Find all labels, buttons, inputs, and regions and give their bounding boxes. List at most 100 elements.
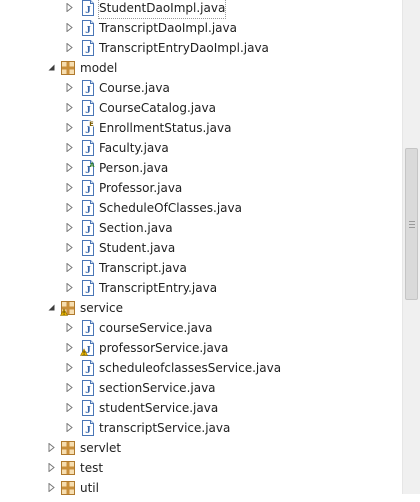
collapsed-triangle-icon[interactable]: [64, 98, 76, 118]
java-file-icon: J: [80, 180, 96, 196]
tree-item-label: Student.java: [99, 241, 176, 255]
tree-item-label: servlet: [80, 441, 122, 455]
vertical-scrollbar[interactable]: [402, 0, 420, 494]
collapsed-triangle-icon[interactable]: [64, 278, 76, 298]
svg-text:E: E: [89, 120, 93, 128]
java-file-icon: J: [80, 320, 96, 336]
tree-item-label: Course.java: [99, 81, 170, 95]
svg-text:J: J: [85, 4, 91, 16]
tree-item[interactable]: JscheduleofclassesService.java: [0, 358, 402, 378]
expanded-triangle-icon[interactable]: [46, 58, 58, 78]
svg-text:J: J: [85, 244, 91, 256]
collapsed-triangle-icon[interactable]: [64, 318, 76, 338]
tree-item-label: EnrollmentStatus.java: [99, 121, 232, 135]
svg-text:J: J: [85, 224, 91, 236]
tree-item[interactable]: J A Person.java: [0, 158, 402, 178]
java-file-icon: J: [80, 400, 96, 416]
collapsed-triangle-icon[interactable]: [64, 418, 76, 438]
tree-item[interactable]: J Section.java: [0, 218, 402, 238]
tree-item[interactable]: service: [0, 298, 402, 318]
tree-item[interactable]: servlet: [0, 438, 402, 458]
svg-text:A: A: [89, 161, 94, 169]
svg-text:J: J: [85, 184, 91, 196]
tree-item[interactable]: JstudentService.java: [0, 398, 402, 418]
java-file-warning-icon: J: [79, 340, 96, 356]
collapsed-triangle-icon[interactable]: [64, 18, 76, 38]
java-file-icon: J: [80, 100, 96, 116]
svg-text:J: J: [85, 24, 91, 36]
collapsed-triangle-icon[interactable]: [64, 158, 76, 178]
tree-item[interactable]: J Faculty.java: [0, 138, 402, 158]
tree-item-label: Section.java: [99, 221, 173, 235]
svg-text:J: J: [85, 204, 91, 216]
collapsed-triangle-icon[interactable]: [64, 238, 76, 258]
tree-item[interactable]: J ScheduleOfClasses.java: [0, 198, 402, 218]
tree-item[interactable]: J Transcript.java: [0, 258, 402, 278]
svg-text:J: J: [85, 404, 91, 416]
tree-item[interactable]: JprofessorService.java: [0, 338, 402, 358]
tree-item-label: StudentDaoImpl.java: [97, 0, 227, 19]
java-file-icon: J: [80, 420, 96, 436]
java-file-icon: J: [80, 260, 96, 276]
svg-text:J: J: [85, 364, 91, 376]
tree-item[interactable]: model: [0, 58, 402, 78]
collapsed-triangle-icon[interactable]: [64, 338, 76, 358]
svg-text:J: J: [85, 104, 91, 116]
svg-text:J: J: [85, 44, 91, 56]
tree-item-label: courseService.java: [99, 321, 213, 335]
tree-item-label: util: [80, 481, 99, 495]
collapsed-triangle-icon[interactable]: [64, 198, 76, 218]
svg-text:J: J: [85, 324, 91, 336]
collapsed-triangle-icon[interactable]: [64, 398, 76, 418]
tree-item-label: Person.java: [99, 161, 169, 175]
collapsed-triangle-icon[interactable]: [64, 118, 76, 138]
collapsed-triangle-icon[interactable]: [64, 0, 76, 18]
tree-item[interactable]: J E EnrollmentStatus.java: [0, 118, 402, 138]
java-file-icon: J: [80, 80, 96, 96]
svg-text:J: J: [85, 384, 91, 396]
collapsed-triangle-icon[interactable]: [64, 378, 76, 398]
project-explorer-tree: J StudentDaoImpl.java J TranscriptDaoImpl.j…: [0, 0, 402, 498]
tree-item[interactable]: test: [0, 458, 402, 478]
package-warning-icon: [59, 300, 76, 316]
collapsed-triangle-icon[interactable]: [64, 258, 76, 278]
tree-item[interactable]: J Student.java: [0, 238, 402, 258]
tree-item-label: ScheduleOfClasses.java: [99, 201, 242, 215]
java-file-icon: J: [80, 360, 96, 376]
svg-text:J: J: [85, 144, 91, 156]
tree-item[interactable]: J TranscriptEntry.java: [0, 278, 402, 298]
tree-item[interactable]: J CourseCatalog.java: [0, 98, 402, 118]
tree-item-label: TranscriptEntry.java: [99, 281, 218, 295]
tree-item[interactable]: J StudentDaoImpl.java: [0, 0, 402, 19]
tree-item[interactable]: J Professor.java: [0, 178, 402, 198]
tree-item[interactable]: JsectionService.java: [0, 378, 402, 398]
package-icon: [60, 60, 76, 76]
expanded-triangle-icon[interactable]: [46, 298, 58, 318]
collapsed-triangle-icon[interactable]: [64, 138, 76, 158]
java-file-icon: J: [80, 20, 96, 36]
collapsed-triangle-icon[interactable]: [64, 358, 76, 378]
tree-item-label: TranscriptDaoImpl.java: [99, 21, 237, 35]
collapsed-triangle-icon[interactable]: [64, 38, 76, 58]
collapsed-triangle-icon[interactable]: [46, 458, 58, 478]
svg-text:J: J: [85, 84, 91, 96]
tree-item[interactable]: J TranscriptEntryDaoImpl.java: [0, 38, 402, 58]
scrollbar-thumb[interactable]: [405, 148, 418, 300]
tree-item[interactable]: JtranscriptService.java: [0, 418, 402, 438]
java-abstract-file-icon: JA: [80, 160, 96, 176]
tree-item[interactable]: J TranscriptDaoImpl.java: [0, 18, 402, 38]
java-file-icon: J: [80, 40, 96, 56]
package-icon: [60, 440, 76, 456]
tree-item-label: TranscriptEntryDaoImpl.java: [99, 41, 269, 55]
tree-item-label: sectionService.java: [99, 381, 216, 395]
tree-item[interactable]: util: [0, 478, 402, 498]
svg-text:J: J: [85, 424, 91, 436]
collapsed-triangle-icon[interactable]: [64, 218, 76, 238]
collapsed-triangle-icon[interactable]: [64, 178, 76, 198]
collapsed-triangle-icon[interactable]: [46, 438, 58, 458]
tree-item-label: Professor.java: [99, 181, 183, 195]
collapsed-triangle-icon[interactable]: [64, 78, 76, 98]
tree-item[interactable]: JcourseService.java: [0, 318, 402, 338]
collapsed-triangle-icon[interactable]: [46, 478, 58, 498]
tree-item[interactable]: J Course.java: [0, 78, 402, 98]
